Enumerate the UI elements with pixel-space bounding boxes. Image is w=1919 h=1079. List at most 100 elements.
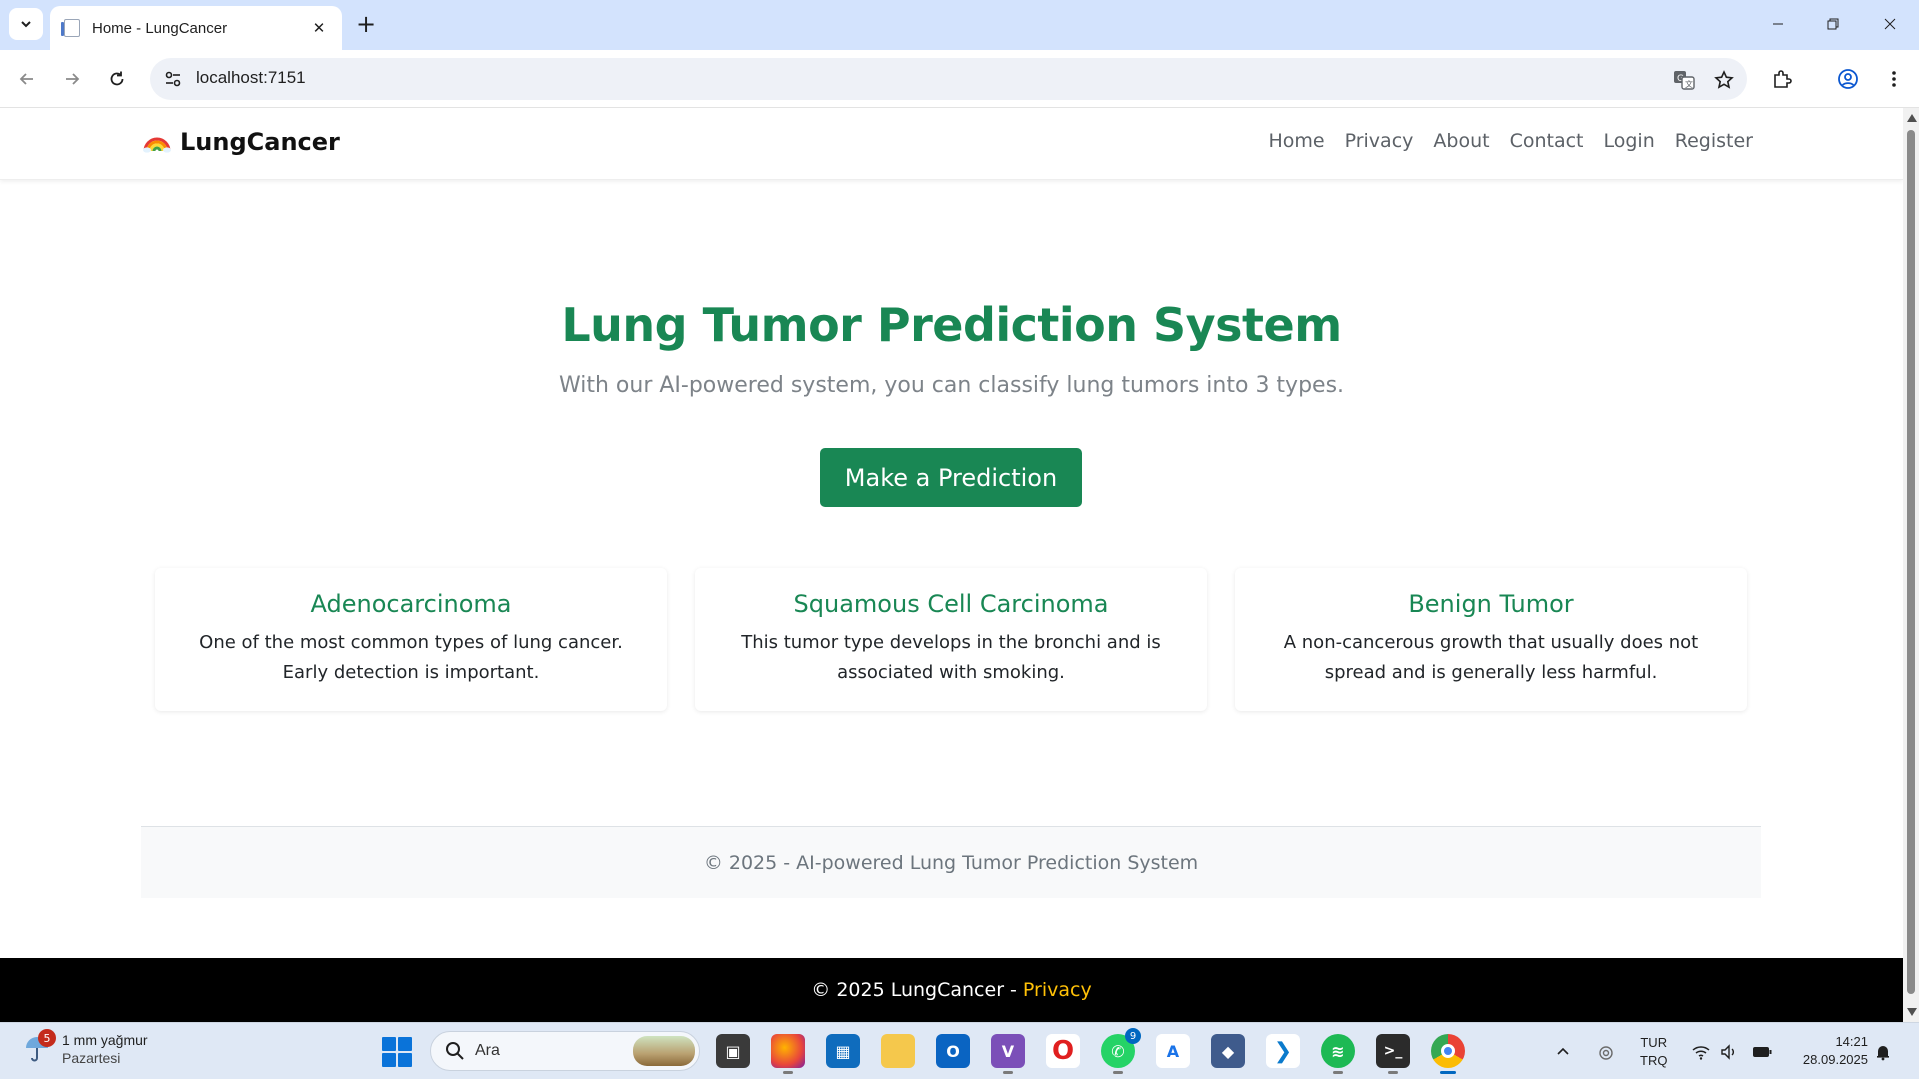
profile-button[interactable]: [1833, 64, 1863, 94]
card-title: Adenocarcinoma: [310, 590, 512, 618]
opera-icon[interactable]: O: [1046, 1034, 1080, 1068]
page-footer: © 2025 - AI-powered Lung Tumor Predictio…: [141, 826, 1761, 898]
card-text: This tumor type develops in the bronchi …: [741, 632, 1161, 683]
tab-close-icon[interactable]: ✕: [308, 19, 330, 37]
search-icon: [446, 1042, 464, 1060]
outlook-icon[interactable]: O: [936, 1034, 970, 1068]
scroll-down-arrow-icon[interactable]: [1907, 1008, 1917, 1016]
tab-title: Home - LungCancer: [92, 19, 228, 37]
new-tab-button[interactable]: +: [352, 10, 380, 38]
make-prediction-button[interactable]: Make a Prediction: [820, 448, 1082, 507]
minimize-icon: [1773, 23, 1783, 25]
volume-icon[interactable]: [1720, 1023, 1738, 1079]
microsoft-store-icon[interactable]: ▦: [826, 1034, 860, 1068]
nav-login[interactable]: Login: [1604, 130, 1655, 152]
url-text: localhost:7151: [196, 68, 306, 87]
chevron-up-icon: [1557, 1047, 1569, 1055]
page-favicon-icon: [61, 19, 80, 37]
notifications-icon[interactable]: [1874, 1023, 1892, 1079]
nav-register[interactable]: Register: [1675, 130, 1753, 152]
taskbar-search[interactable]: Ara: [430, 1031, 700, 1071]
nav-privacy[interactable]: Privacy: [1345, 130, 1414, 152]
extensions-button[interactable]: [1767, 64, 1797, 94]
language-code: TUR: [1640, 1034, 1668, 1050]
card-title: Benign Tumor: [1408, 590, 1574, 618]
task-view-icon[interactable]: ▣: [716, 1034, 750, 1068]
svg-text:文: 文: [1685, 79, 1693, 89]
windows-taskbar: 5 1 mm yağmur Pazartesi Ara ▣ ▦ O V O ✆ 9…: [0, 1022, 1919, 1079]
clock-date: 28.09.2025: [1802, 1052, 1868, 1067]
bookmark-star-icon[interactable]: [1712, 68, 1736, 92]
show-hidden-icons-button[interactable]: [1556, 1023, 1570, 1079]
translator-icon[interactable]: A: [1156, 1034, 1190, 1068]
brand-link[interactable]: LungCancer: [142, 128, 340, 156]
input-language-button[interactable]: TUR TRQ: [1640, 1023, 1667, 1079]
browser-tab-strip: Home - LungCancer ✕ +: [0, 0, 1919, 50]
weather-day: Pazartesi: [62, 1050, 121, 1066]
window-restore-button[interactable]: [1813, 10, 1853, 38]
start-button[interactable]: [382, 1037, 412, 1067]
nav-links: Home Privacy About Contact Login Registe…: [1268, 130, 1753, 152]
visual-studio-icon[interactable]: V: [991, 1034, 1025, 1074]
card-title: Squamous Cell Carcinoma: [793, 590, 1109, 618]
scroll-up-arrow-icon[interactable]: [1907, 114, 1917, 122]
search-highlight-image: [633, 1036, 695, 1066]
virtualbox-icon[interactable]: ◆: [1211, 1034, 1245, 1068]
browser-toolbar: localhost:7151 G文: [0, 50, 1919, 108]
browser-tab-active[interactable]: Home - LungCancer ✕: [50, 6, 342, 50]
tab-search-button[interactable]: [9, 8, 43, 40]
terminal-icon[interactable]: >_: [1376, 1034, 1410, 1074]
translate-icon[interactable]: G文: [1672, 68, 1696, 92]
footer-copyright: © 2025 LungCancer -: [811, 979, 1017, 1001]
whatsapp-icon[interactable]: ✆ 9: [1101, 1028, 1141, 1074]
nav-contact[interactable]: Contact: [1510, 130, 1584, 152]
card-text: One of the most common types of lung can…: [199, 632, 623, 683]
chrome-icon[interactable]: [1431, 1034, 1465, 1074]
tumor-card-benign: Benign Tumor A non-cancerous growth that…: [1235, 568, 1747, 711]
close-icon: [1884, 18, 1896, 30]
keyboard-layout: TRQ: [1640, 1052, 1668, 1068]
vscode-icon[interactable]: ❯: [1266, 1034, 1300, 1068]
forward-button[interactable]: [57, 64, 87, 94]
tumor-card-adenocarcinoma: Adenocarcinoma One of the most common ty…: [155, 568, 667, 711]
weather-widget[interactable]: 5 1 mm yağmur Pazartesi: [22, 1029, 148, 1067]
site-info-icon[interactable]: [162, 68, 184, 90]
umbrella-icon: 5: [22, 1029, 56, 1065]
reload-button[interactable]: [102, 64, 132, 94]
footer-privacy-link[interactable]: Privacy: [1023, 979, 1092, 1001]
back-button[interactable]: [12, 64, 42, 94]
browser-menu-button[interactable]: [1879, 64, 1909, 94]
chevron-down-icon: [21, 21, 31, 28]
nav-about[interactable]: About: [1433, 130, 1489, 152]
firefox-icon[interactable]: [771, 1034, 805, 1074]
scroll-thumb[interactable]: [1907, 130, 1915, 994]
hero-subtitle: With our AI-powered system, you can clas…: [558, 373, 1345, 398]
hero-title: Lung Tumor Prediction System: [561, 298, 1342, 352]
brand-name: LungCancer: [180, 128, 340, 156]
reload-icon: [110, 71, 124, 86]
address-bar[interactable]: localhost:7151 G文: [150, 58, 1747, 100]
arrow-right-icon: [66, 73, 80, 85]
window-close-button[interactable]: [1870, 10, 1910, 38]
site-navbar: LungCancer Home Privacy About Contact Lo…: [0, 108, 1903, 180]
page-viewport: LungCancer Home Privacy About Contact Lo…: [0, 108, 1903, 1022]
window-minimize-button[interactable]: [1758, 10, 1798, 38]
card-text: A non-cancerous growth that usually does…: [1283, 632, 1699, 683]
file-explorer-icon[interactable]: [881, 1034, 915, 1068]
rainbow-icon: [143, 137, 171, 153]
wifi-icon[interactable]: [1692, 1023, 1710, 1079]
weather-title: 1 mm yağmur: [62, 1032, 148, 1048]
more-vertical-icon: [1892, 71, 1896, 87]
search-placeholder: Ara: [475, 1042, 500, 1059]
puzzle-icon: [1774, 70, 1792, 88]
page-scrollbar[interactable]: [1903, 108, 1919, 1022]
account-icon: [1838, 69, 1858, 89]
spotify-icon[interactable]: ≋: [1321, 1034, 1355, 1074]
taskbar-clock[interactable]: 14:21 28.09.2025: [1788, 1033, 1868, 1069]
site-footer: © 2025 LungCancer - Privacy: [0, 958, 1903, 1022]
battery-icon[interactable]: [1752, 1023, 1772, 1079]
whatsapp-badge: 9: [1125, 1028, 1141, 1044]
nav-home[interactable]: Home: [1268, 130, 1324, 152]
tray-app-icon[interactable]: [1598, 1023, 1614, 1079]
arrow-left-icon: [19, 73, 33, 85]
